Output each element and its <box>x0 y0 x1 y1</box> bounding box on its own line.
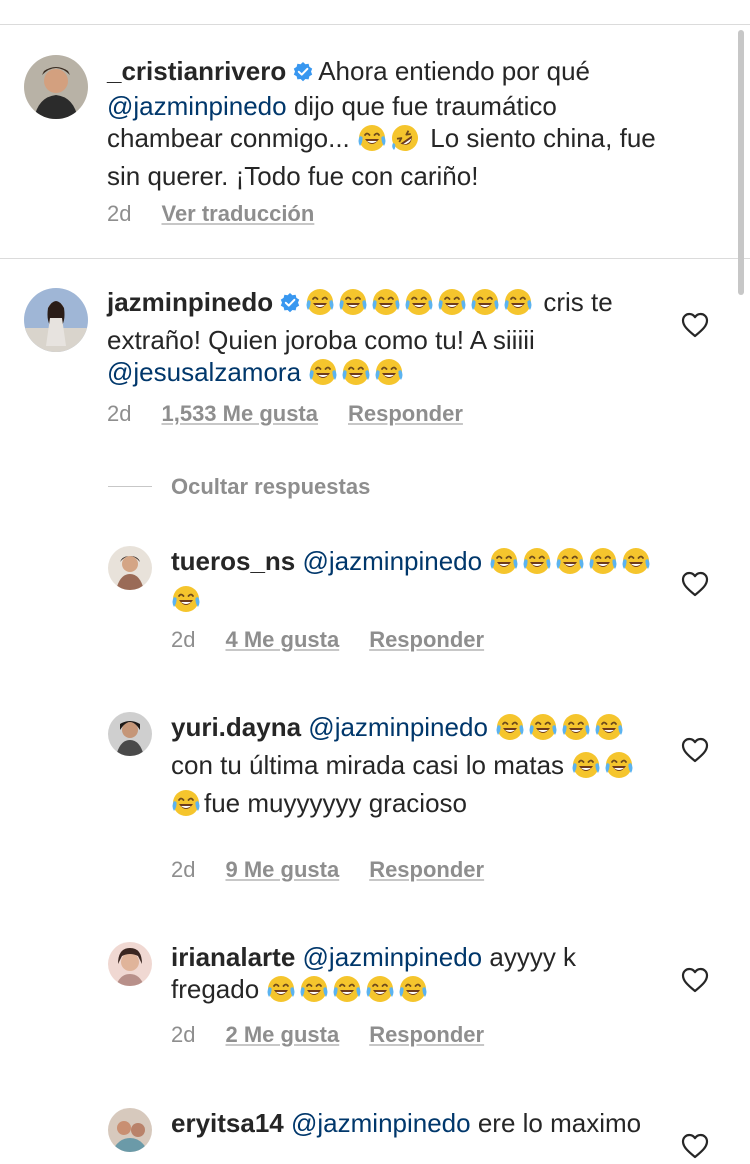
avatar[interactable] <box>108 712 152 756</box>
joy-emoji-icon <box>266 974 296 1011</box>
joy-emoji-icon <box>588 546 618 583</box>
comment-text: jazminpinedo cris te extraño! Quien joro… <box>107 286 647 394</box>
caption-text: _cristianrivero Ahora entiendo por qué @j… <box>107 55 667 192</box>
joy-emoji-icon <box>503 287 533 324</box>
hide-replies-line <box>108 486 152 487</box>
reply-time: 2d <box>171 627 196 652</box>
reply-text: eryitsa14 @jazminpinedo ere lo maximo <box>171 1107 651 1139</box>
joy-emoji-icon <box>528 712 558 749</box>
reply-time: 2d <box>171 857 196 882</box>
reply-body: @jazminpinedo ere lo maximo <box>291 1108 642 1138</box>
reply-meta: 2d 2 Me gusta Responder <box>171 1021 484 1049</box>
reply-button[interactable]: Responder <box>369 857 484 882</box>
mention-link[interactable]: @jazminpinedo <box>107 91 287 121</box>
joy-emoji-icon <box>495 712 525 749</box>
joy-emoji-icon <box>338 287 368 324</box>
joy-emoji-icon <box>522 546 552 583</box>
reply-username[interactable]: yuri.dayna <box>171 712 301 742</box>
joy-emoji-icon <box>555 546 585 583</box>
reply-likes[interactable]: 9 Me gusta <box>225 857 339 882</box>
joy-emoji-icon <box>404 287 434 324</box>
joy-emoji-icon <box>374 357 404 394</box>
joy-emoji-icon <box>308 357 338 394</box>
joy-emoji-icon <box>299 974 329 1011</box>
reply-likes[interactable]: 2 Me gusta <box>225 1022 339 1047</box>
caption-meta: 2d Ver traducción <box>107 200 314 228</box>
joy-emoji-icon <box>489 546 519 583</box>
avatar[interactable] <box>108 1108 152 1152</box>
heart-icon[interactable] <box>681 571 709 602</box>
avatar[interactable] <box>24 55 88 119</box>
caption-time: 2d <box>107 201 132 226</box>
reply-username[interactable]: tueros_ns <box>171 546 295 576</box>
heart-icon[interactable] <box>681 967 709 998</box>
reply-button[interactable]: Responder <box>369 627 484 652</box>
rofl-emoji-icon <box>390 123 420 160</box>
caption-divider <box>0 258 750 259</box>
joy-emoji-icon <box>594 712 624 749</box>
reply-likes[interactable]: 4 Me gusta <box>225 627 339 652</box>
reply-username[interactable]: eryitsa14 <box>171 1108 284 1138</box>
mention-link[interactable]: @jazminpinedo <box>303 546 483 576</box>
comment-time: 2d <box>107 401 132 426</box>
joy-emoji-icon <box>365 974 395 1011</box>
reply-text: irianalarte @jazminpinedo ayyyy k fregad… <box>171 941 651 1011</box>
verified-badge-icon <box>279 289 301 321</box>
mention-link[interactable]: @jazminpinedo <box>303 942 483 972</box>
avatar[interactable] <box>108 942 152 986</box>
joy-emoji-icon <box>357 123 387 160</box>
mention-link[interactable]: @jazminpinedo <box>291 1108 471 1138</box>
heart-icon[interactable] <box>681 737 709 768</box>
joy-emoji-icon <box>332 974 362 1011</box>
avatar[interactable] <box>108 546 152 590</box>
reply-username[interactable]: irianalarte <box>171 942 295 972</box>
joy-emoji-icon <box>470 287 500 324</box>
joy-emoji-icon <box>604 750 634 787</box>
reply-text: tueros_ns @jazminpinedo <box>171 545 661 621</box>
joy-emoji-icon <box>621 546 651 583</box>
joy-emoji-icon <box>341 357 371 394</box>
reply-button[interactable]: Responder <box>369 1022 484 1047</box>
avatar[interactable] <box>24 288 88 352</box>
comment-likes[interactable]: 1,533 Me gusta <box>161 401 318 426</box>
reply-meta: 2d 4 Me gusta Responder <box>171 626 484 654</box>
verified-badge-icon <box>292 58 314 90</box>
translate-link[interactable]: Ver traducción <box>161 201 314 226</box>
reply-time: 2d <box>171 1022 196 1047</box>
joy-emoji-icon <box>171 788 201 825</box>
joy-emoji-icon <box>561 712 591 749</box>
joy-emoji-icon <box>437 287 467 324</box>
reply-button[interactable]: Responder <box>348 401 463 426</box>
hide-replies-button[interactable]: Ocultar respuestas <box>171 473 370 501</box>
heart-icon[interactable] <box>681 1133 709 1164</box>
caption-username[interactable]: _cristianrivero <box>107 56 286 86</box>
joy-emoji-icon <box>371 287 401 324</box>
mention-link[interactable]: @jazminpinedo <box>308 712 488 742</box>
reply-text: yuri.dayna @jazminpinedo con tu última m… <box>171 711 651 825</box>
joy-emoji-icon <box>571 750 601 787</box>
comment-username[interactable]: jazminpinedo <box>107 287 273 317</box>
joy-emoji-icon <box>171 584 201 621</box>
reply-meta: 2d 9 Me gusta Responder <box>171 856 484 884</box>
scrollbar[interactable] <box>738 30 744 295</box>
comment-meta: 2d 1,533 Me gusta Responder <box>107 400 463 428</box>
mention-link[interactable]: @jesusalzamora <box>107 357 301 387</box>
heart-icon[interactable] <box>681 312 709 343</box>
joy-emoji-icon <box>305 287 335 324</box>
joy-emoji-icon <box>398 974 428 1011</box>
top-divider <box>0 24 750 25</box>
